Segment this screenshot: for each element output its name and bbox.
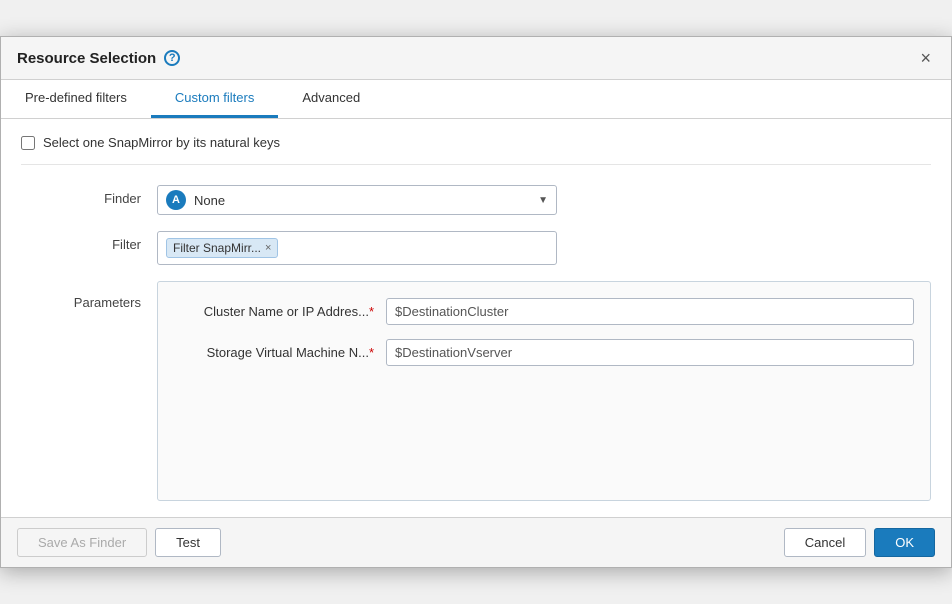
save-as-finder-button[interactable]: Save As Finder [17, 528, 147, 557]
natural-keys-checkbox[interactable] [21, 136, 35, 150]
cancel-button[interactable]: Cancel [784, 528, 866, 557]
param-label-cluster: Cluster Name or IP Addres...* [174, 304, 374, 319]
finder-arrow-icon: ▼ [538, 195, 548, 206]
parameters-row: Parameters Cluster Name or IP Addres...* [21, 281, 931, 501]
finder-row: Finder A None ▼ [21, 185, 931, 215]
param-input-vserver[interactable] [386, 339, 914, 366]
param-required-cluster: * [369, 304, 374, 319]
filter-box[interactable]: Filter SnapMirr... × [157, 231, 557, 265]
dialog-footer: Save As Finder Test Cancel OK [1, 517, 951, 567]
finder-dropdown[interactable]: A None ▼ [157, 185, 557, 215]
footer-right: Cancel OK [784, 528, 935, 557]
ok-button[interactable]: OK [874, 528, 935, 557]
parameters-box: Cluster Name or IP Addres...* Storage Vi… [157, 281, 931, 501]
natural-keys-checkbox-row: Select one SnapMirror by its natural key… [21, 135, 931, 165]
dialog-body: Select one SnapMirror by its natural key… [1, 119, 951, 517]
footer-left: Save As Finder Test [17, 528, 221, 557]
tab-predefined-filters[interactable]: Pre-defined filters [1, 80, 151, 118]
param-input-cluster[interactable] [386, 298, 914, 325]
natural-keys-label: Select one SnapMirror by its natural key… [43, 135, 280, 150]
finder-control: A None ▼ [157, 185, 931, 215]
param-label-vserver: Storage Virtual Machine N...* [174, 345, 374, 360]
param-required-vserver: * [369, 345, 374, 360]
param-row-vserver: Storage Virtual Machine N...* [174, 339, 914, 366]
filter-tag-close-icon[interactable]: × [265, 242, 271, 254]
dialog-header: Resource Selection ? × [1, 37, 951, 80]
dialog-title: Resource Selection [17, 50, 156, 67]
dialog-title-area: Resource Selection ? [17, 50, 180, 67]
finder-label: Finder [21, 185, 141, 206]
filter-row: Filter Filter SnapMirr... × [21, 231, 931, 265]
finder-user-icon: A [166, 190, 186, 210]
help-icon[interactable]: ? [164, 50, 180, 66]
tab-advanced[interactable]: Advanced [278, 80, 384, 118]
finder-value: None [194, 193, 530, 208]
filter-tag: Filter SnapMirr... × [166, 238, 278, 258]
filter-label: Filter [21, 231, 141, 252]
tab-bar: Pre-defined filters Custom filters Advan… [1, 80, 951, 119]
form-section: Finder A None ▼ Filter Filter SnapMirr..… [21, 185, 931, 501]
test-button[interactable]: Test [155, 528, 221, 557]
param-row-cluster: Cluster Name or IP Addres...* [174, 298, 914, 325]
close-button[interactable]: × [916, 47, 935, 69]
parameters-label: Parameters [21, 281, 141, 310]
tab-custom-filters[interactable]: Custom filters [151, 80, 278, 118]
parameters-control: Cluster Name or IP Addres...* Storage Vi… [157, 281, 931, 501]
resource-selection-dialog: Resource Selection ? × Pre-defined filte… [0, 36, 952, 568]
filter-control: Filter SnapMirr... × [157, 231, 931, 265]
filter-tag-text: Filter SnapMirr... [173, 241, 261, 255]
